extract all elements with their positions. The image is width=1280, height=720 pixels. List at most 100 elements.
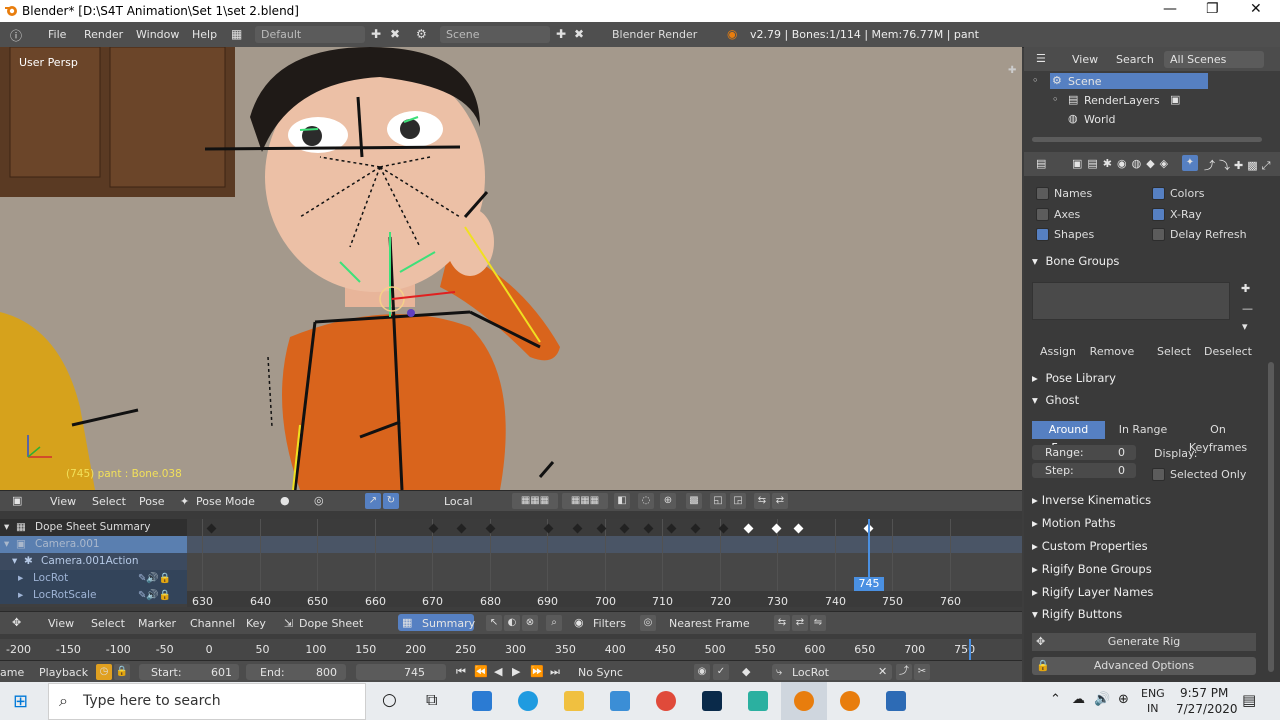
notifications-icon[interactable]: ▤ xyxy=(1242,691,1256,709)
layers-grid-2-icon[interactable]: ▦▦▦ xyxy=(562,493,608,509)
lang-primary[interactable]: ENG xyxy=(1141,687,1165,700)
generate-rig-button[interactable]: ✥ Generate Rig xyxy=(1032,633,1256,651)
chrome-icon[interactable] xyxy=(656,691,676,711)
screen-layout-icon[interactable]: ▦ xyxy=(231,27,242,41)
channel-action[interactable]: ▾ ✱ Camera.001Action xyxy=(0,553,187,570)
paste-flipped-icon[interactable]: ⇋ xyxy=(810,615,826,631)
expand-icon[interactable]: ◦ xyxy=(1032,74,1039,87)
outliner-item-renderlayers[interactable]: ◦ ▤ RenderLayers ▣ xyxy=(1052,92,1244,108)
lock-layers-icon[interactable]: ◧ xyxy=(614,493,630,509)
tray-chevron-icon[interactable]: ⌃ xyxy=(1050,692,1061,707)
volume-icon[interactable]: 🔊 xyxy=(1094,692,1110,707)
play-icon[interactable]: ▶ xyxy=(512,665,520,678)
collapse-arrow-icon[interactable]: ▸ xyxy=(18,570,23,587)
assign-button[interactable]: Assign xyxy=(1032,343,1084,361)
3d-viewport[interactable]: User Persp (745) pant : Bone.038 ✚ xyxy=(0,47,1022,490)
outliner-filter-select[interactable]: All Scenes xyxy=(1164,51,1264,68)
outliner-item-world[interactable]: ◍ World xyxy=(1064,111,1244,127)
manipulator-translate-icon[interactable]: ↗ xyxy=(365,493,381,509)
menu-render[interactable]: Render xyxy=(84,28,123,41)
shapes-checkbox[interactable] xyxy=(1036,228,1049,241)
play-reverse-icon[interactable]: ◀ xyxy=(494,665,502,678)
ghost-step-field[interactable]: Step: 0 xyxy=(1032,463,1136,478)
ds-menu-channel[interactable]: Channel xyxy=(190,617,235,630)
proportional-edit-icon[interactable]: ◌ xyxy=(638,493,654,509)
file-explorer-icon[interactable] xyxy=(564,691,584,711)
ds-mode-select[interactable]: Dope Sheet xyxy=(299,617,363,630)
snap-element-icon[interactable]: ▩ xyxy=(686,493,702,509)
scene-field[interactable]: Scene xyxy=(440,26,550,43)
manipulator-rotate-icon[interactable]: ↻ xyxy=(383,493,399,509)
outliner-scrollbar[interactable] xyxy=(1032,137,1262,142)
outliner-item-scene[interactable]: ◦ ⚙ Scene xyxy=(1032,73,1208,89)
names-checkbox[interactable] xyxy=(1036,187,1049,200)
edge-icon[interactable] xyxy=(518,691,538,711)
start-frame-field[interactable]: Start: 601 xyxy=(139,664,239,680)
pose-mode-icon[interactable]: ✦ xyxy=(180,495,189,508)
properties-context-tabs-icon[interactable]: ▣▤✱◉◍◆◈ xyxy=(1072,157,1173,170)
advanced-options-button[interactable]: 🔒 Advanced Options xyxy=(1032,657,1256,675)
ik-panel-header[interactable]: ▸ Inverse Kinematics xyxy=(1032,490,1262,510)
ghost-range-field[interactable]: Range: 0 xyxy=(1032,445,1136,460)
expand-arrow-icon[interactable]: ▾ xyxy=(12,553,17,570)
auto-snap-icon[interactable]: ◎ xyxy=(640,615,656,631)
restore-button[interactable]: ❐ xyxy=(1206,1,1219,17)
ghost-around-frame-tab[interactable]: Around Frame xyxy=(1032,421,1105,454)
delay-refresh-checkbox[interactable] xyxy=(1152,228,1165,241)
collapse-arrow-icon[interactable]: ▸ xyxy=(18,587,23,604)
channel-toggles-icon[interactable]: ✎🔊🔒 xyxy=(138,570,171,587)
bone-groups-panel-header[interactable]: ▾ Bone Groups xyxy=(1032,251,1262,271)
end-frame-field[interactable]: End: 800 xyxy=(246,664,346,680)
opengl-render-icon[interactable]: ◱ xyxy=(710,493,726,509)
photoshop-icon[interactable] xyxy=(702,691,722,711)
ds-menu-select[interactable]: Select xyxy=(91,617,125,630)
only-selected-icon[interactable]: ↖ xyxy=(486,615,502,631)
lock-range-icon[interactable]: 🔒 xyxy=(114,664,130,680)
ghost-on-keyframes-tab[interactable]: On Keyframes xyxy=(1180,421,1256,454)
minimize-button[interactable]: — xyxy=(1163,1,1177,17)
network-icon[interactable]: ☁ xyxy=(1072,692,1085,707)
only-errors-icon[interactable]: ⊗ xyxy=(522,615,538,631)
timeline-menu-cut[interactable]: ame xyxy=(0,666,24,679)
lang-secondary[interactable]: IN xyxy=(1147,702,1158,715)
jump-end-icon[interactable]: ⏭ xyxy=(550,665,560,679)
editor-type-3d-icon[interactable]: ▣ xyxy=(12,494,22,507)
blender-2-taskbar-icon[interactable] xyxy=(840,691,860,711)
bone-group-menu-icon[interactable]: ▾ xyxy=(1242,320,1248,333)
add-scene-icon[interactable]: ✚ xyxy=(556,27,566,41)
custom-props-panel-header[interactable]: ▸ Custom Properties xyxy=(1032,536,1262,556)
playback-menu[interactable]: Playback xyxy=(39,666,88,679)
filters-icon[interactable]: ◉ xyxy=(574,616,584,629)
show-hidden-icon[interactable]: ◐ xyxy=(504,615,520,631)
remove-button[interactable]: Remove xyxy=(1086,343,1138,361)
current-frame-field[interactable]: 745 xyxy=(356,664,446,680)
pose-library-panel-header[interactable]: ▸ Pose Library xyxy=(1032,368,1262,388)
selected-only-checkbox[interactable] xyxy=(1152,468,1165,481)
remove-bone-group-icon[interactable]: — xyxy=(1242,302,1253,315)
menu-help[interactable]: Help xyxy=(192,28,217,41)
windows-start-icon[interactable]: ⊞ xyxy=(13,691,28,712)
clear-keying-set-icon[interactable]: ✕ xyxy=(878,665,887,678)
screen-layout-field[interactable]: Default xyxy=(255,26,365,43)
motion-paths-panel-header[interactable]: ▸ Motion Paths xyxy=(1032,513,1262,533)
use-preview-range-icon[interactable]: ◷ xyxy=(96,664,112,680)
channel-camera[interactable]: ▾ ▣ Camera.001 xyxy=(0,536,187,553)
ds-menu-marker[interactable]: Marker xyxy=(138,617,176,630)
rigify-buttons-panel-header[interactable]: ▾ Rigify Buttons xyxy=(1032,604,1262,624)
insert-keyframe-icon[interactable]: ⤴ xyxy=(896,664,912,680)
copy-keyframes-icon[interactable]: ⇆ xyxy=(774,615,790,631)
properties-scrollbar[interactable] xyxy=(1268,362,1274,672)
render-layer-toggle-icon[interactable]: ▣ xyxy=(1170,93,1180,106)
app-taskbar-icon[interactable] xyxy=(886,691,906,711)
timeline-ruler[interactable]: -200 -150 -100 -50 0 50 100 150 200 250 300 350 400 4… xyxy=(0,639,1022,660)
bone-constraint-tabs-icon[interactable]: ⤴⤵✚▩⤢ xyxy=(1204,157,1274,173)
add-layout-icon[interactable]: ✚ xyxy=(371,27,381,41)
deselect-button[interactable]: Deselect xyxy=(1202,343,1254,361)
paste-pose-icon[interactable]: ⇄ xyxy=(772,493,788,509)
pivot-icon[interactable]: ◎ xyxy=(314,494,324,507)
filters-button[interactable]: Filters xyxy=(593,617,626,630)
outliner-menu-view[interactable]: View xyxy=(1072,53,1098,66)
copy-pose-icon[interactable]: ⇆ xyxy=(754,493,770,509)
search-filter-icon[interactable]: ⌕ xyxy=(546,615,562,631)
sync-mode-select[interactable]: No Sync xyxy=(578,666,623,679)
